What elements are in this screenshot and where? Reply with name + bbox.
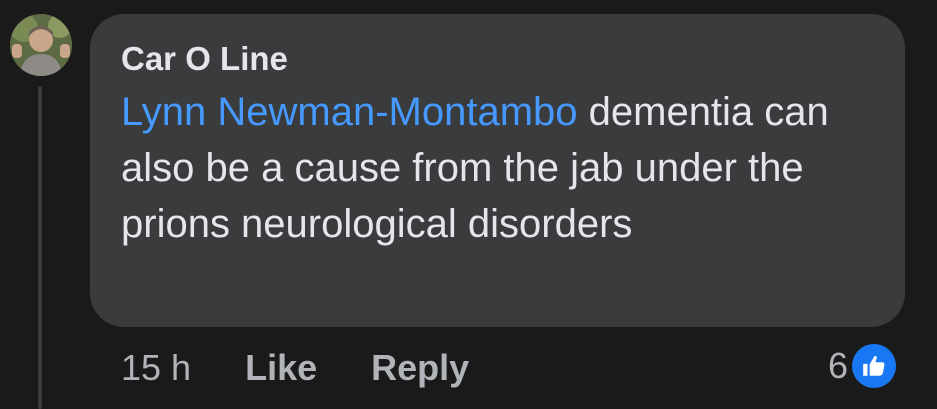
comment-bubble: Car O Line Lynn Newman-Montambo dementia… bbox=[90, 14, 905, 327]
thumbs-up-icon bbox=[852, 344, 897, 388]
thread-line bbox=[38, 86, 42, 409]
comment-author[interactable]: Car O Line bbox=[121, 40, 875, 78]
reply-button[interactable]: Reply bbox=[371, 347, 469, 389]
avatar-image bbox=[10, 14, 72, 76]
comment-actions: 15 h Like Reply bbox=[121, 346, 469, 390]
mention-link[interactable]: Lynn Newman-Montambo bbox=[121, 90, 578, 134]
reaction-count: 6 bbox=[828, 345, 849, 386]
like-button[interactable]: Like bbox=[245, 347, 317, 389]
comment-timestamp[interactable]: 15 h bbox=[121, 347, 191, 389]
avatar[interactable] bbox=[10, 14, 72, 76]
reaction-summary[interactable]: 6 bbox=[828, 342, 897, 390]
comment-text: Lynn Newman-Montambo dementia can also b… bbox=[121, 84, 861, 252]
